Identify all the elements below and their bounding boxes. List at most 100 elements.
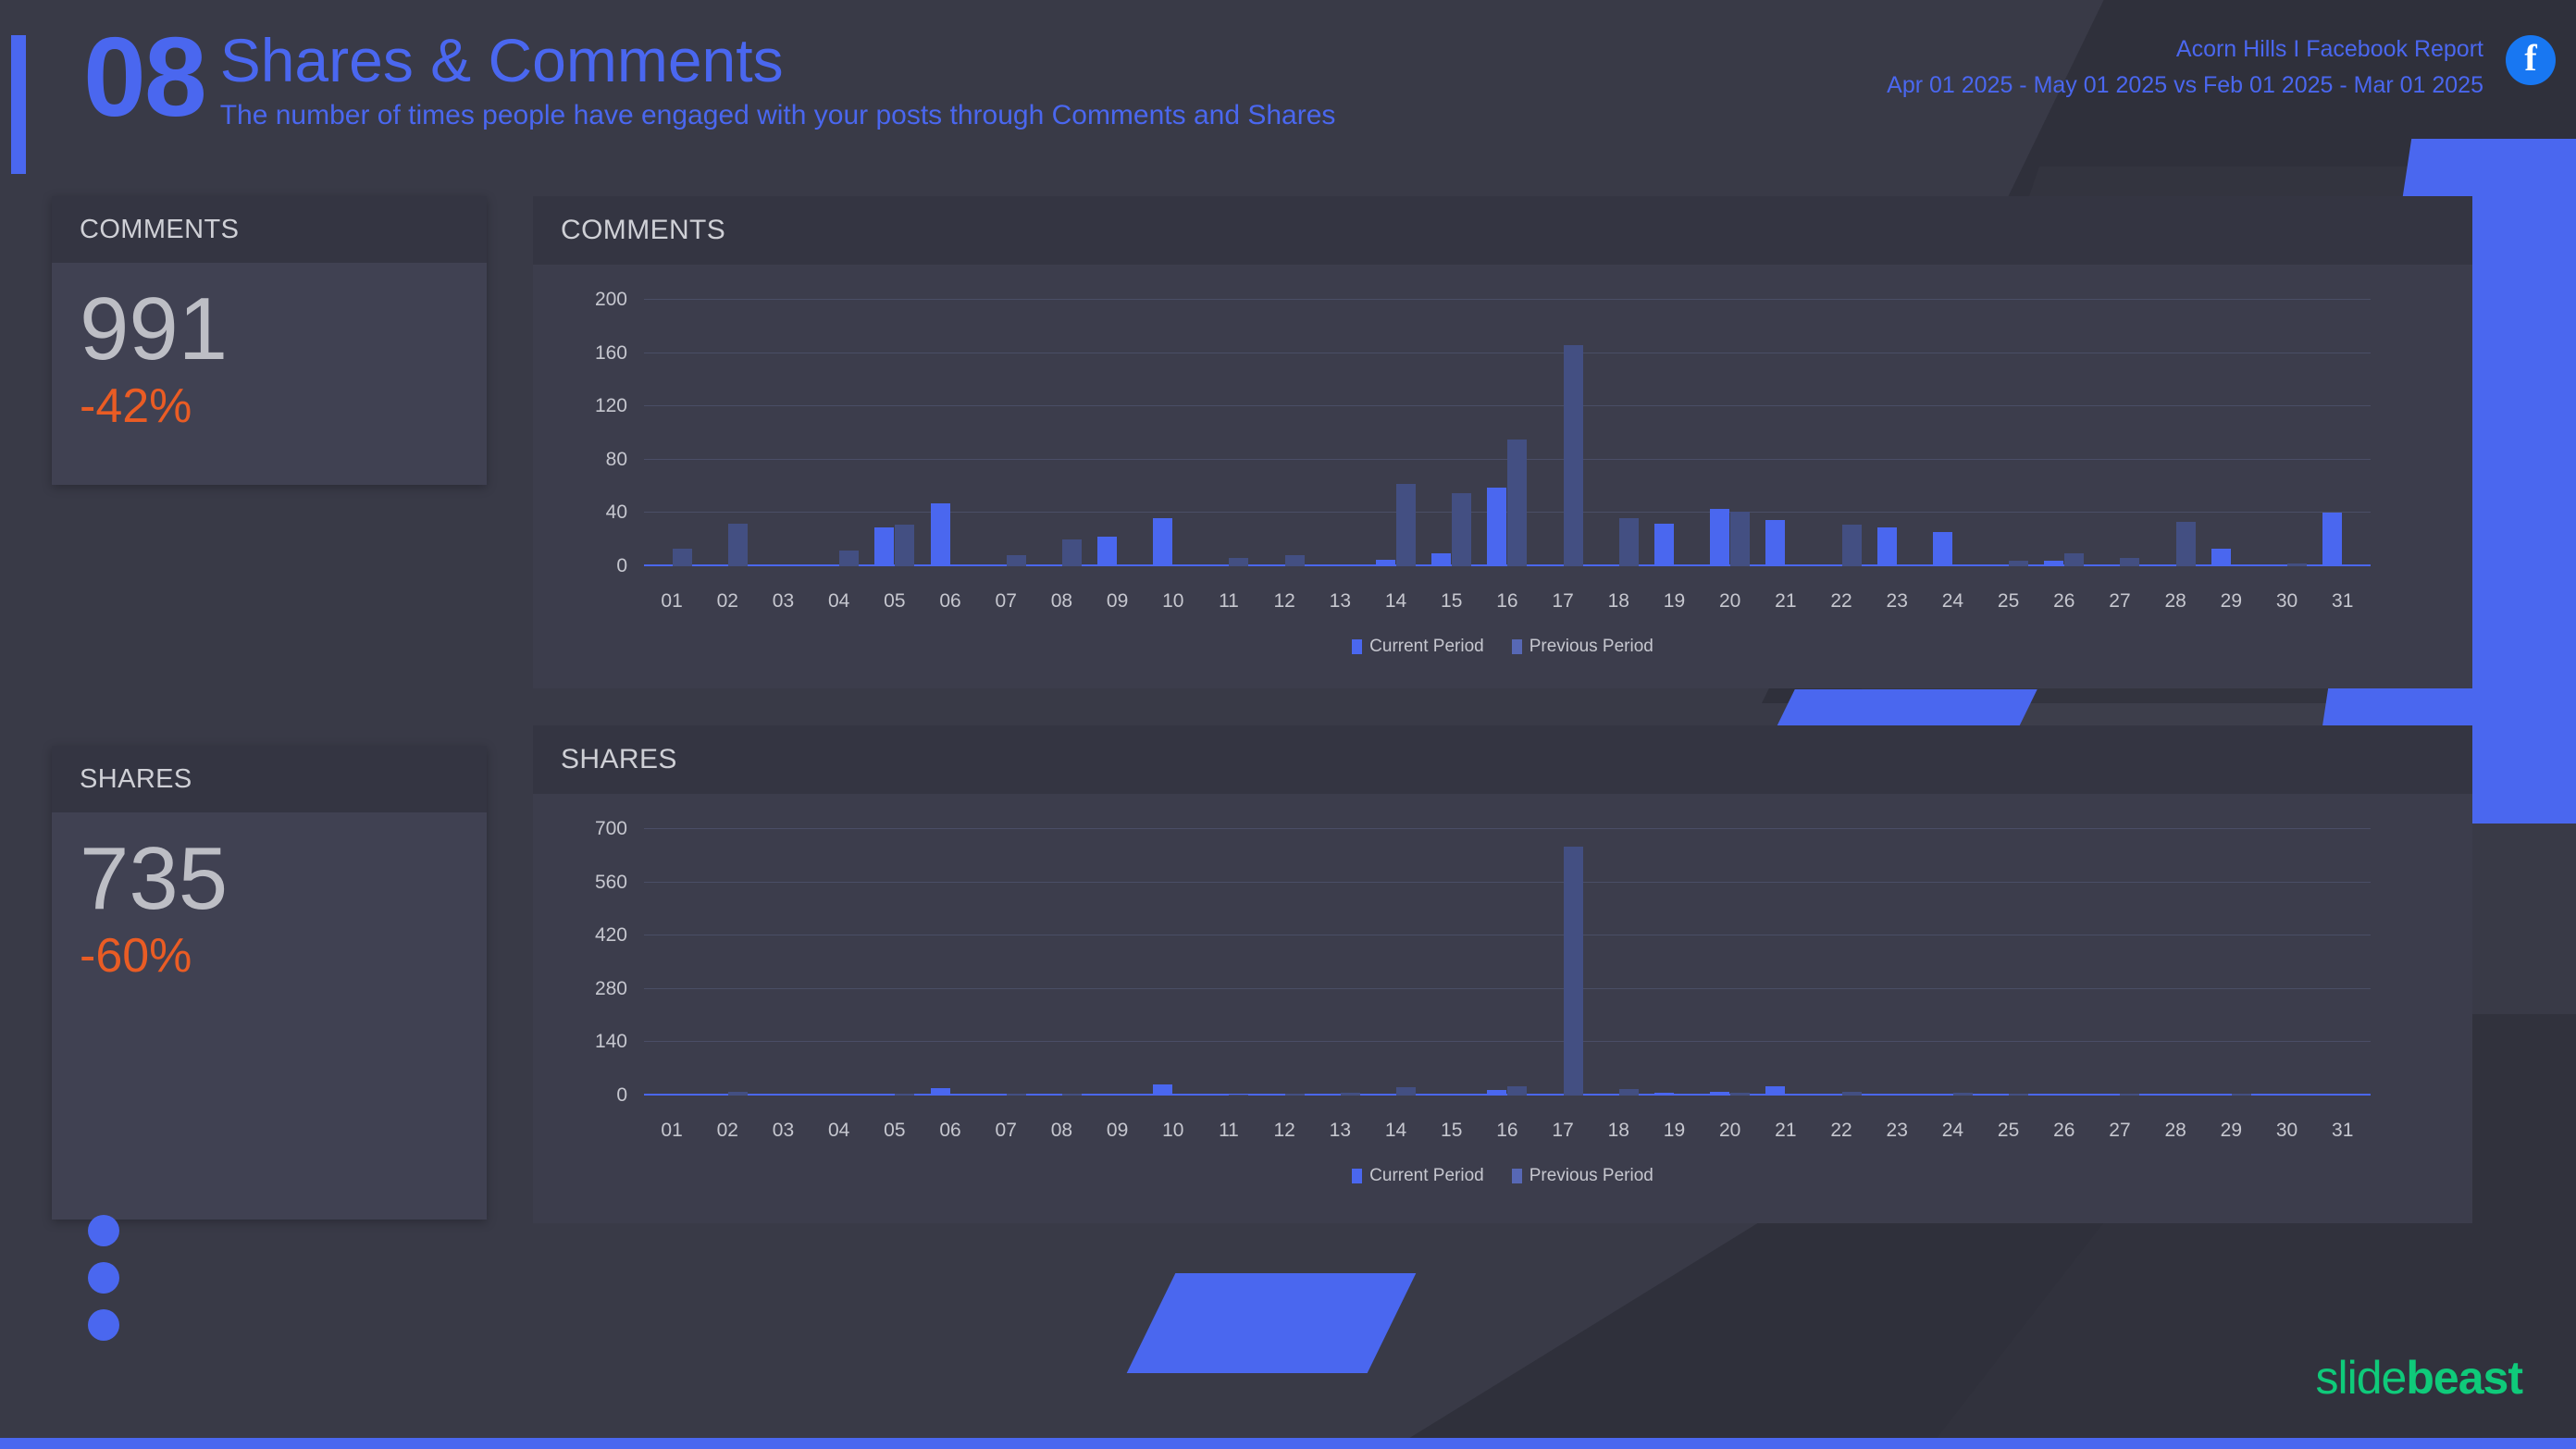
bar (874, 527, 895, 566)
decor-dots (88, 1215, 119, 1356)
chart-shares-title: SHARES (533, 725, 2472, 794)
facebook-glyph: f (2524, 37, 2537, 79)
bar (2287, 564, 2308, 566)
bar-group (1535, 829, 1591, 1096)
x-axis-tick: 30 (2275, 590, 2298, 612)
y-axis-tick: 40 (605, 502, 627, 524)
bar-group (2148, 829, 2203, 1096)
x-axis-tick: 24 (1941, 1120, 1964, 1141)
x-axis-tick: 25 (1997, 590, 2020, 612)
bar (2009, 1093, 2029, 1096)
bar (1340, 1092, 1360, 1096)
x-axis-tick: 29 (2220, 590, 2243, 612)
x-axis-tick: 17 (1552, 1120, 1574, 1141)
bar-group (644, 829, 700, 1096)
bar-group (867, 829, 923, 1096)
kpi-shares-label: SHARES (52, 746, 487, 812)
bar (1487, 1090, 1507, 1096)
x-axis-tick: 05 (884, 590, 906, 612)
bar (839, 550, 860, 566)
x-axis-tick: 22 (1830, 1120, 1852, 1141)
bar (2120, 558, 2140, 566)
chart-shares-legend: Current Period Previous Period (533, 1166, 2472, 1186)
bar (1876, 527, 1897, 566)
bar (1153, 518, 1173, 566)
page-title: Shares & Comments (219, 26, 784, 94)
bar-group (1312, 829, 1368, 1096)
bar-group (1312, 300, 1368, 566)
x-axis-tick: 02 (716, 590, 738, 612)
bar-group (1090, 300, 1146, 566)
section-number: 08 (83, 14, 207, 140)
bar-group (1480, 300, 1535, 566)
x-axis-tick: 01 (661, 590, 683, 612)
x-axis-tick: 15 (1441, 1120, 1463, 1141)
legend-swatch-previous (1511, 1169, 1522, 1183)
bar (930, 503, 950, 566)
kpi-shares-value: 735 (80, 829, 229, 928)
brand-part-1: slide (2315, 1352, 2408, 1404)
x-axis-tick: 23 (1886, 1120, 1908, 1141)
bar (2009, 561, 2029, 566)
bar-group (1925, 300, 1980, 566)
chart-panel-shares: SHARES 0 140 280 420 560 700 01 02 03 04 05 06 07 08… (533, 725, 2472, 1223)
bar (1618, 518, 1639, 566)
bar (727, 523, 748, 566)
bar (1653, 523, 1674, 566)
y-axis-tick: 160 (594, 341, 627, 364)
x-axis-tick: 08 (1050, 1120, 1073, 1141)
x-axis-tick: 04 (827, 1120, 850, 1141)
bar-group (811, 829, 867, 1096)
x-axis-tick: 28 (2164, 1120, 2186, 1141)
bar (2155, 1093, 2175, 1096)
bar (1653, 1092, 1674, 1096)
x-axis-tick: 16 (1496, 590, 1518, 612)
slide-root: 08 Shares & Comments The number of times… (0, 0, 2576, 1449)
x-axis-tick: 13 (1329, 590, 1352, 612)
bar (1710, 1091, 1730, 1096)
x-axis-tick: 15 (1441, 590, 1463, 612)
x-axis-tick: 11 (1219, 1120, 1239, 1141)
y-axis-tick: 80 (605, 448, 627, 470)
bar-group (1703, 300, 1758, 566)
header-accent-bar (11, 35, 26, 174)
bar-group (1257, 300, 1312, 566)
x-axis-tick: 01 (661, 1120, 683, 1141)
bar-group (700, 300, 755, 566)
bar (1396, 1086, 1417, 1096)
bar-group (1758, 300, 1814, 566)
legend-swatch-current (1352, 1169, 1363, 1183)
y-axis-tick: 420 (594, 924, 627, 947)
decor-dot (88, 1215, 119, 1246)
bar (1710, 509, 1730, 566)
legend-label-current: Current Period (1369, 637, 1484, 656)
y-axis-tick: 140 (594, 1031, 627, 1053)
legend-label-previous: Previous Period (1529, 637, 1653, 656)
bar-group (867, 300, 923, 566)
kpi-card-shares: SHARES 735 -60% (52, 746, 487, 1220)
decor-dot (88, 1309, 119, 1341)
bar-group (2203, 300, 2259, 566)
x-axis-tick: 27 (2109, 590, 2131, 612)
bar-group (2148, 300, 2203, 566)
bar (2044, 561, 2064, 566)
x-axis-tick: 18 (1607, 590, 1629, 612)
bar (1563, 846, 1583, 1096)
bar-group (1201, 829, 1257, 1096)
legend-label-previous: Previous Period (1529, 1166, 1653, 1185)
x-axis-tick: 21 (1775, 1120, 1797, 1141)
x-axis-tick: 19 (1663, 590, 1686, 612)
y-axis-tick: 700 (594, 818, 627, 839)
x-axis-tick: 06 (939, 1120, 961, 1141)
bar (895, 525, 915, 566)
x-axis-tick: 17 (1552, 590, 1574, 612)
y-axis-tick: 280 (594, 977, 627, 999)
chart-comments-title: COMMENTS (533, 196, 2472, 265)
y-axis-tick: 200 (594, 289, 627, 310)
account-name: Acorn Hills I Facebook Report (2175, 36, 2483, 62)
bar-group (1814, 829, 1869, 1096)
bar-group (1869, 300, 1925, 566)
bar-group-container (644, 829, 2371, 1096)
bar (1730, 1092, 1751, 1096)
report-meta: Acorn Hills I Facebook Report Apr 01 202… (1887, 31, 2483, 104)
